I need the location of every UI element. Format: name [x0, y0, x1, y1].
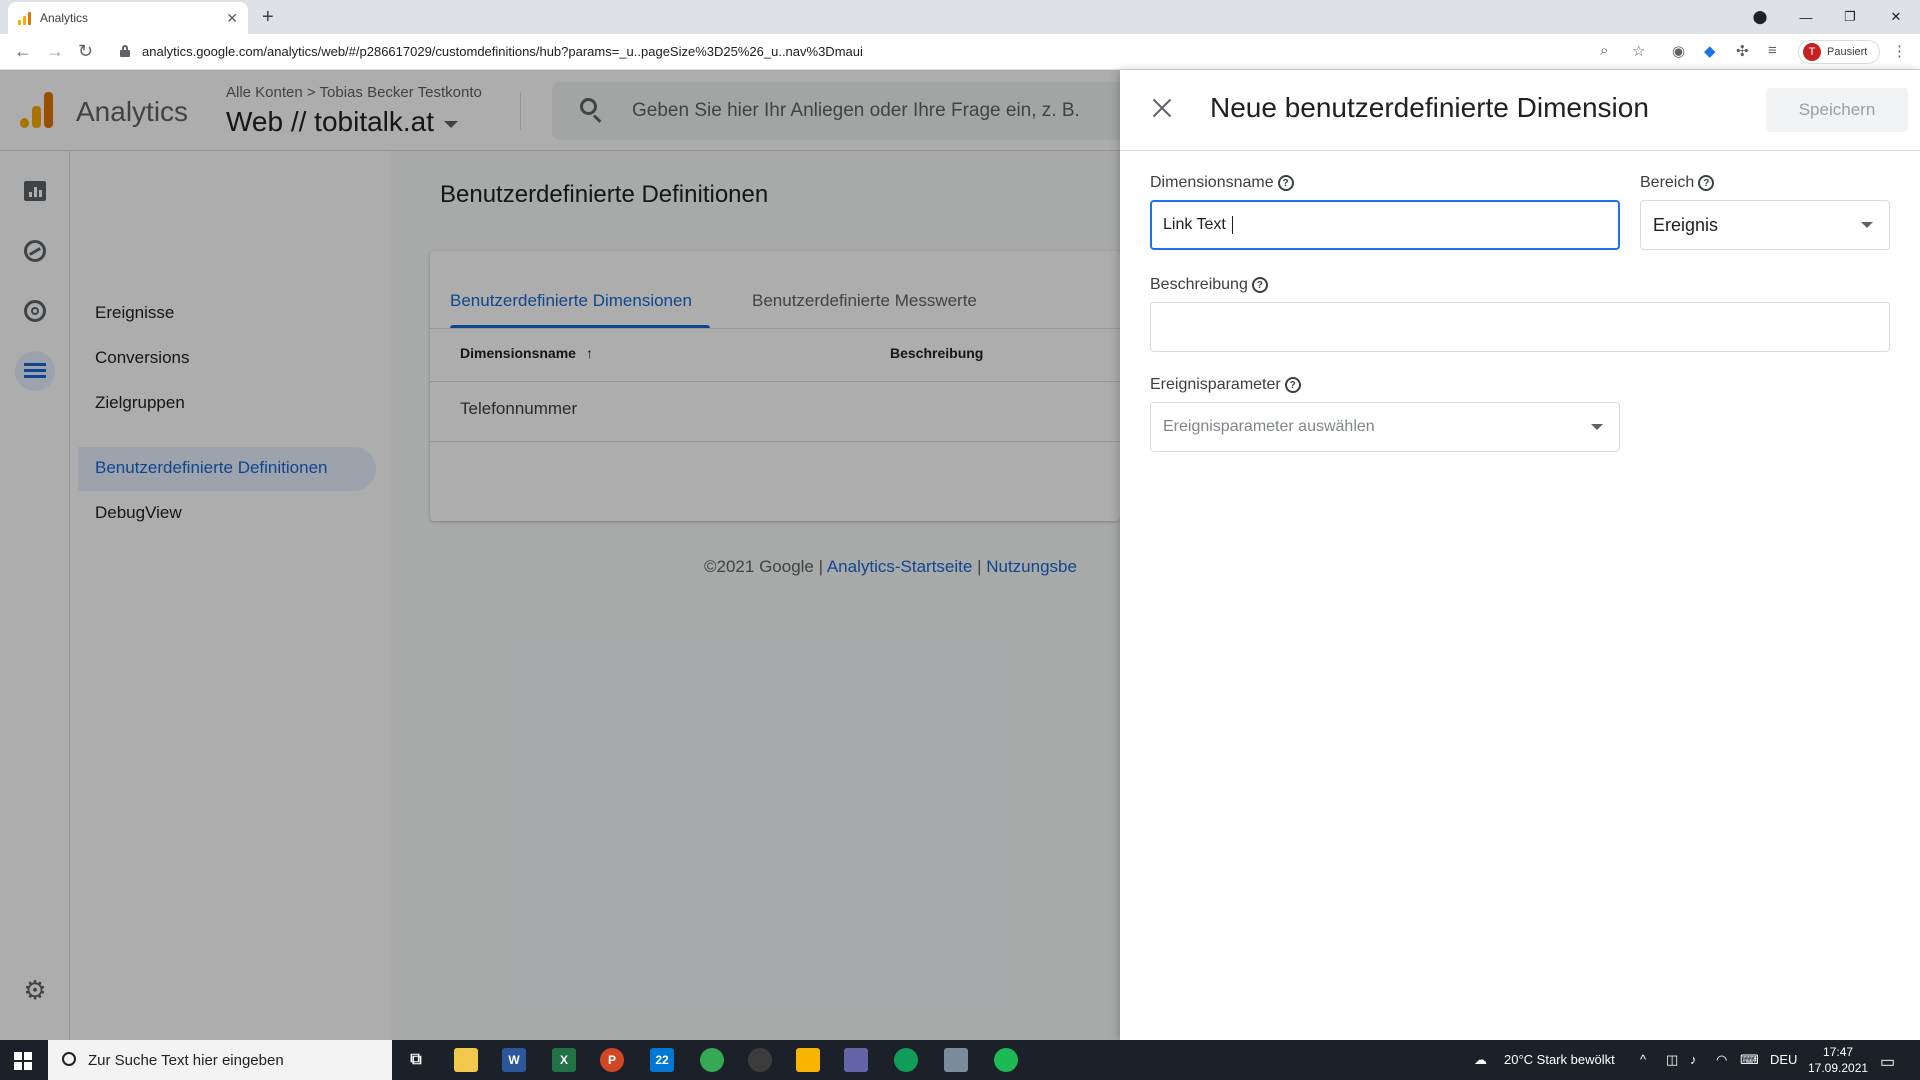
minimize-window-icon[interactable]: — [1786, 0, 1826, 34]
help-icon[interactable]: ? [1698, 175, 1715, 191]
app-icon[interactable] [944, 1048, 968, 1072]
chrome-icon[interactable] [700, 1048, 724, 1072]
modal-backdrop[interactable] [0, 70, 1120, 1040]
text-cursor-icon [1231, 216, 1233, 234]
dimension-name-label: Dimensionsname ? [1150, 174, 1294, 192]
browser-menu-icon[interactable]: ⋮ [1892, 42, 1907, 60]
address-bar: ← → ↻ analytics.google.com/analytics/web… [0, 34, 1920, 70]
weather-status[interactable]: 20°C Stark bewölkt [1504, 1052, 1615, 1067]
panel-title: Neue benutzerdefinierte Dimension [1210, 92, 1649, 123]
excel-icon[interactable]: X [552, 1048, 576, 1072]
file-explorer-icon[interactable] [454, 1048, 478, 1072]
weather-icon[interactable]: ☁ [1474, 1052, 1487, 1068]
dropdown-arrow-icon [1861, 222, 1873, 228]
reload-icon[interactable]: ↻ [78, 41, 93, 62]
close-icon[interactable] [1150, 96, 1174, 120]
profile-status: Pausiert [1827, 46, 1868, 58]
extension-icon[interactable]: ◉ [1672, 42, 1685, 60]
spotify-icon[interactable] [994, 1048, 1018, 1072]
restore-window-icon[interactable]: ❐ [1830, 0, 1870, 34]
lock-icon[interactable] [120, 45, 130, 57]
close-tab-icon[interactable]: ✕ [226, 10, 238, 27]
word-icon[interactable]: W [502, 1048, 526, 1072]
event-parameter-select[interactable]: Ereignisparameter auswählen [1150, 402, 1620, 452]
windows-start-icon[interactable] [14, 1052, 32, 1070]
task-view-icon[interactable]: ⧉ [404, 1048, 428, 1072]
back-arrow-icon[interactable]: ← [14, 41, 32, 62]
dropdown-arrow-icon [1591, 424, 1603, 430]
keyboard-icon[interactable]: ⌨ [1740, 1052, 1759, 1068]
close-window-icon[interactable]: ✕ [1876, 0, 1916, 34]
obs-icon[interactable] [748, 1048, 772, 1072]
clock[interactable]: 17:47 17.09.2021 [1808, 1044, 1868, 1076]
volume-icon[interactable]: ♪ [1690, 1052, 1697, 1067]
scope-label: Bereich ? [1640, 174, 1715, 192]
browser-tab[interactable]: Analytics ✕ [8, 2, 248, 34]
analytics-app: Analytics Alle Konten > Tobias Becker Te… [0, 70, 1920, 1040]
save-button[interactable]: Speichern [1766, 88, 1908, 132]
event-parameter-label: Ereignisparameter ? [1150, 376, 1301, 394]
puzzle-icon[interactable]: ✣ [1736, 42, 1749, 60]
powerpoint-icon[interactable]: P [600, 1048, 624, 1072]
wifi-icon[interactable]: ◠ [1716, 1052, 1727, 1068]
bookmark-star-icon[interactable]: ☆ [1632, 42, 1645, 60]
panel-header: Neue benutzerdefinierte Dimension Speich… [1120, 70, 1920, 151]
help-icon[interactable]: ? [1284, 377, 1301, 393]
network-icon[interactable]: ◫ [1666, 1052, 1678, 1068]
new-dimension-panel: Neue benutzerdefinierte Dimension Speich… [1120, 70, 1920, 1040]
taskbar-search[interactable]: Zur Suche Text hier eingeben [48, 1040, 392, 1080]
extension-tag-icon[interactable]: ◆ [1704, 42, 1716, 60]
notifications-icon[interactable]: ▭ [1880, 1052, 1895, 1072]
profile-button[interactable]: T Pausiert [1798, 40, 1880, 64]
analytics-favicon-icon [18, 11, 32, 25]
help-icon[interactable]: ? [1251, 277, 1268, 293]
avatar: T [1803, 43, 1821, 61]
description-label: Beschreibung ? [1150, 276, 1268, 294]
app-icon[interactable] [796, 1048, 820, 1072]
tray-expand-icon[interactable]: ^ [1640, 1052, 1646, 1067]
windows-taskbar: Zur Suche Text hier eingeben ⧉ W X P 22 … [0, 1040, 1920, 1080]
new-tab-icon[interactable]: + [262, 6, 274, 29]
tab-search-icon[interactable]: ⬤ [1740, 0, 1780, 34]
url-field[interactable]: analytics.google.com/analytics/web/#/p28… [142, 44, 863, 59]
description-input[interactable] [1150, 302, 1890, 352]
mail-icon[interactable]: 22 [650, 1048, 674, 1072]
zoom-icon[interactable]: ⌕ [1600, 42, 1608, 59]
browser-tab-title: Analytics [40, 11, 89, 25]
dimension-name-input[interactable]: Link Text [1150, 200, 1620, 250]
app-icon[interactable] [844, 1048, 868, 1072]
language-indicator[interactable]: DEU [1770, 1052, 1797, 1067]
edge-icon[interactable] [894, 1048, 918, 1072]
browser-tab-strip: Analytics ✕ + ⬤ — ❐ ✕ [0, 0, 1920, 34]
scope-select[interactable]: Ereignis [1640, 200, 1890, 250]
help-icon[interactable]: ? [1277, 175, 1294, 191]
media-queue-icon[interactable]: ≡ [1768, 42, 1777, 59]
forward-arrow-icon[interactable]: → [46, 41, 64, 62]
search-icon [62, 1052, 76, 1066]
